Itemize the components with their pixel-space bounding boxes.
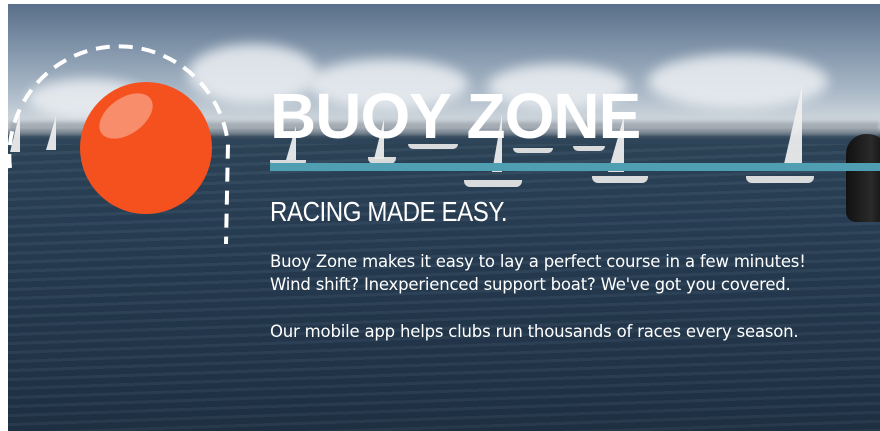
hero-banner: BUOY ZONE RACING MADE EASY. Buoy Zone ma… [8, 4, 880, 431]
page-title: BUOY ZONE [270, 80, 641, 152]
orange-buoy-icon [8, 44, 231, 245]
app-paragraph: Our mobile app helps clubs run thousands… [270, 320, 880, 343]
black-race-buoy [846, 134, 880, 222]
sailboat-hull [592, 176, 648, 183]
accent-divider [270, 163, 880, 171]
sailboat-icon [784, 86, 802, 164]
sailboat-hull [464, 180, 522, 187]
tagline: RACING MADE EASY. [270, 196, 508, 227]
intro-line-2: Wind shift? Inexperienced support boat? … [270, 275, 791, 294]
app-line: Our mobile app helps clubs run thousands… [270, 322, 799, 341]
intro-paragraph: Buoy Zone makes it easy to lay a perfect… [270, 250, 880, 296]
sailboat-hull [746, 176, 814, 183]
intro-line-1: Buoy Zone makes it easy to lay a perfect… [270, 252, 806, 271]
